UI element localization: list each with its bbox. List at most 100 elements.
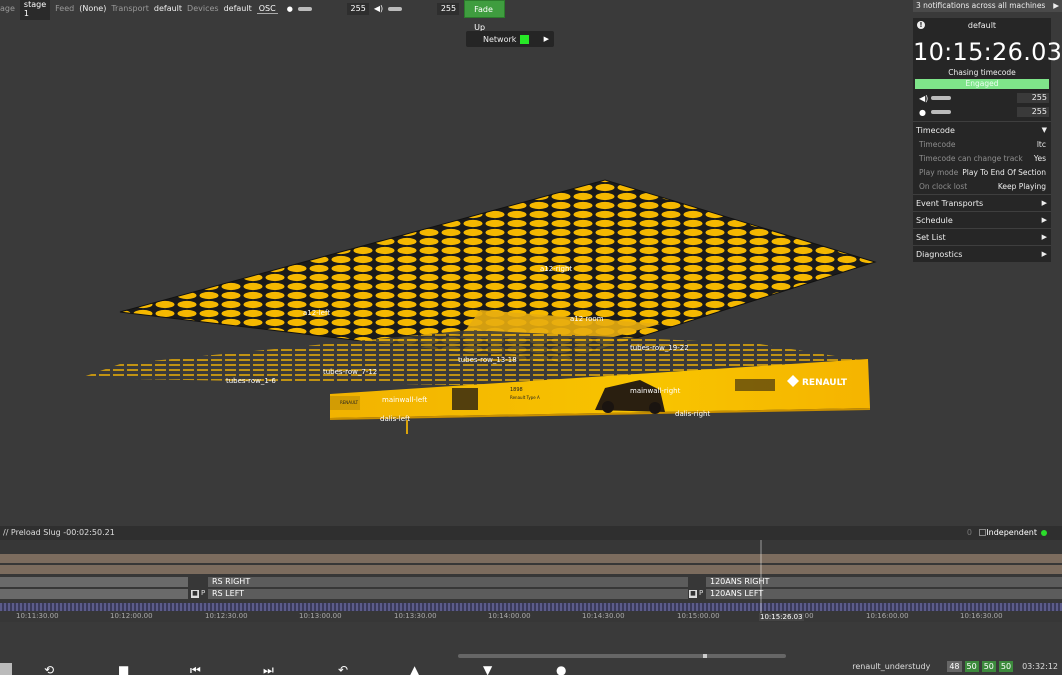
fade-up-button[interactable]: Fade Up — [464, 0, 505, 32]
tick-label: 10:12:00.00 — [110, 612, 153, 620]
label-mainwall-left: mainwall-left — [382, 396, 428, 404]
prop-value: Yes — [1033, 154, 1046, 163]
panel-level-value[interactable]: 255 — [1017, 107, 1049, 117]
play-arrow-icon: ▶ — [543, 35, 549, 43]
marker-icon[interactable]: ■ — [689, 590, 697, 598]
expand-arrow-icon: ▶ — [1053, 1, 1059, 10]
clip-rs-left[interactable]: RS LEFT — [208, 589, 688, 599]
label-a12-left: a12-left — [303, 309, 330, 317]
record-icon[interactable]: ● — [556, 663, 566, 675]
sidebar-toggle-icon[interactable] — [0, 663, 12, 675]
p-label: P — [201, 589, 206, 597]
event-transports-section[interactable]: Event Transports ▶ — [913, 194, 1051, 211]
down-icon[interactable]: ▼ — [483, 663, 492, 675]
lock-icon[interactable] — [979, 529, 986, 536]
feed-label: Feed — [55, 4, 75, 13]
volume-slider[interactable] — [388, 6, 403, 11]
clip-label: 120ANS LEFT — [710, 589, 764, 598]
speaker-icon: ◀) — [919, 93, 929, 103]
schedule-section[interactable]: Schedule ▶ — [913, 211, 1051, 228]
engaged-badge[interactable]: Engaged — [915, 79, 1049, 89]
chase-status: Chasing timecode — [948, 68, 1016, 77]
expand-arrow-icon: ▶ — [1041, 250, 1047, 258]
tick-label: 10:16:30.00 — [960, 612, 1003, 620]
loop-icon[interactable]: ⟲ — [44, 663, 54, 675]
count-badge: 50 — [964, 661, 979, 672]
status-led — [1041, 530, 1047, 536]
count-badge: 50 — [981, 661, 996, 672]
transport-label: Transport — [111, 4, 149, 13]
clip-row-upper-b[interactable] — [0, 589, 188, 599]
clip-label: RS LEFT — [212, 589, 245, 598]
devices-selector[interactable]: default — [224, 4, 252, 13]
prop-value: Play To End Of Section — [962, 168, 1046, 177]
volume-row: ◀) 255 — [913, 91, 1051, 105]
section-title: Event Transports — [916, 199, 984, 208]
volume-value[interactable]: 255 — [437, 2, 460, 15]
tick-label: 10:14:00.00 — [488, 612, 531, 620]
label-mainwall-right: mainwall-right — [630, 387, 681, 395]
feed-selector[interactable]: (None) — [79, 4, 106, 13]
top-toolbar: age stage 1 Feed (None) Transport defaul… — [0, 0, 505, 32]
mode-selector[interactable]: Independent — [986, 526, 1037, 540]
timecode-section[interactable]: Timecode ▼ — [913, 121, 1051, 138]
expand-arrow-icon: ▶ — [1041, 199, 1047, 207]
expand-arrow-icon: ▶ — [1041, 216, 1047, 224]
panel-volume-slider[interactable] — [931, 96, 951, 100]
preload-slug: // Preload Slug -00:02:50.21 — [3, 528, 115, 537]
network-label: Network — [483, 34, 517, 44]
transport-bar: ⟲ ■ ⏮ ⏭ ↶ ▲ ▼ ● renault_understudy 48 50… — [0, 636, 1062, 675]
brightness-value[interactable]: 255 — [347, 2, 369, 15]
diagnostics-section[interactable]: Diagnostics ▶ — [913, 245, 1051, 262]
stage-3d-view[interactable]: a12-right a12-left a12 room tubes-row_1-… — [0, 48, 910, 528]
count-badge: 50 — [998, 661, 1014, 672]
panel-level-slider[interactable] — [931, 110, 951, 114]
section-title: Schedule — [916, 216, 953, 225]
timecode-section-title: Timecode — [916, 126, 955, 135]
playhead-time: 10:15:26.03 — [759, 613, 804, 621]
skip-forward-icon[interactable]: ⏭ — [263, 663, 274, 675]
brand-text: RENAULT — [802, 378, 848, 388]
brightness-slider[interactable] — [297, 6, 313, 11]
up-icon[interactable]: ▲ — [410, 663, 419, 675]
prop-timecode[interactable]: Timecode ltc — [913, 138, 1051, 152]
track-band-top — [0, 554, 1062, 563]
project-name: renault_understudy — [852, 662, 931, 671]
prop-can-change-track[interactable]: Timecode can change track Yes — [913, 152, 1051, 166]
info-icon[interactable]: ! — [917, 21, 925, 29]
osc-button[interactable]: OSC — [256, 4, 278, 14]
timeline-scrollbar[interactable] — [458, 654, 786, 658]
clip-rs-right[interactable]: RS RIGHT — [208, 577, 688, 587]
label-dalis-right: dalis-right — [675, 410, 710, 418]
playhead[interactable] — [760, 540, 762, 616]
notifications-bar[interactable]: 3 notifications across all machines ▶ — [913, 0, 1062, 12]
clip-row-upper-a[interactable] — [0, 577, 188, 587]
timeline[interactable]: RS RIGHT 120ANS RIGHT ■ P RS LEFT ■ P 12… — [0, 540, 1062, 622]
label-tubes-1-6: tubes-row_1-6 — [226, 377, 276, 385]
marker-icon[interactable]: ■ — [191, 590, 199, 598]
undo-icon[interactable]: ↶ — [338, 663, 348, 675]
prop-play-mode[interactable]: Play mode Play To End Of Section — [913, 166, 1051, 180]
scrollbar-thumb[interactable] — [703, 654, 707, 658]
prop-key: Timecode can change track — [919, 154, 1023, 163]
network-status[interactable]: Network ▶ — [466, 31, 554, 47]
stop-icon[interactable]: ■ — [118, 663, 129, 675]
devices-label: Devices — [187, 4, 219, 13]
prop-clock-lost[interactable]: On clock lost Keep Playing — [913, 180, 1051, 194]
volume-icon: ◀) — [373, 4, 384, 13]
timecode-clock: 10:15:26.03 — [913, 38, 1062, 66]
transport-selector[interactable]: default — [154, 4, 182, 13]
clip-label: RS RIGHT — [212, 577, 251, 586]
notifications-text: 3 notifications across all machines — [916, 1, 1046, 10]
panel-header: ! default — [913, 18, 1051, 32]
skip-back-icon[interactable]: ⏮ — [190, 663, 201, 675]
tick-label: 10:13:30.00 — [394, 612, 437, 620]
set-list-section[interactable]: Set List ▶ — [913, 228, 1051, 245]
timeline-ruler[interactable] — [0, 603, 1062, 611]
stage-selector[interactable]: stage 1 — [19, 0, 51, 20]
stage-label: age — [0, 4, 15, 13]
tick-label: 10:13:00.00 — [299, 612, 342, 620]
p-label: P — [699, 589, 704, 597]
expand-arrow-icon: ▶ — [1041, 233, 1047, 241]
panel-volume-value[interactable]: 255 — [1017, 93, 1049, 103]
